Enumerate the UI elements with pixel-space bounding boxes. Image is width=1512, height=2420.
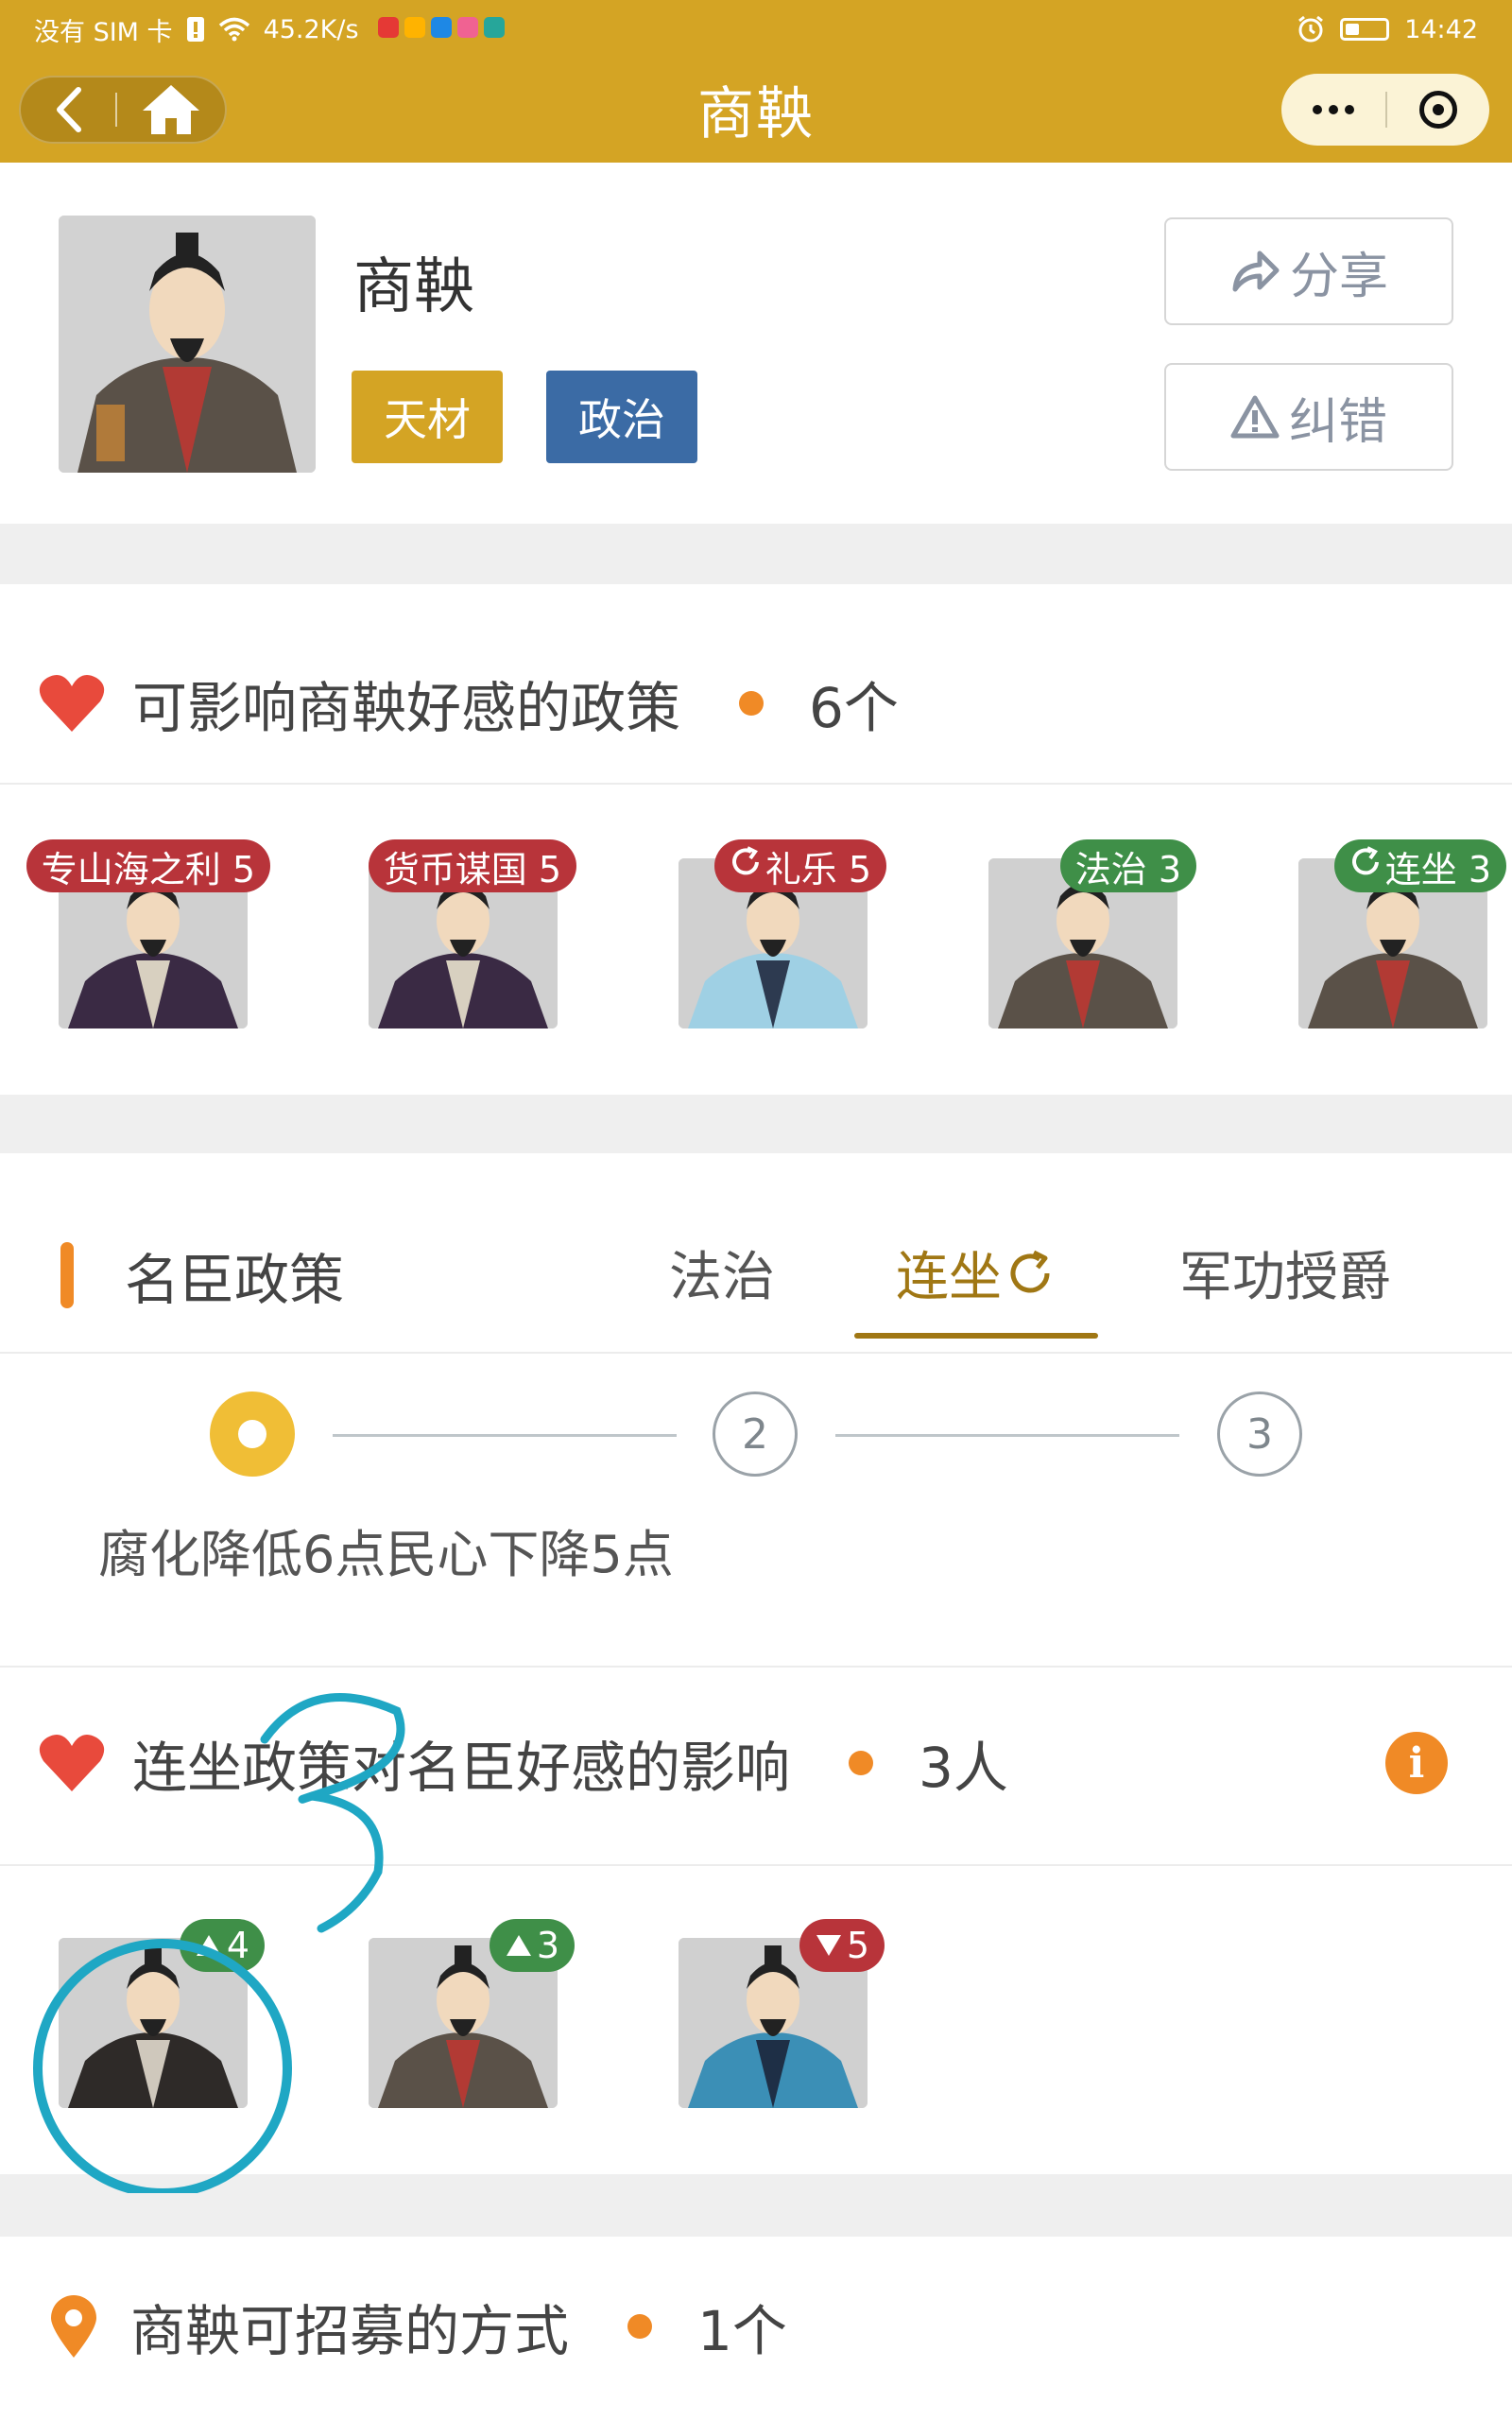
policy-item[interactable]: 专山海之利 5 xyxy=(26,839,270,1038)
recruit-card: 商鞅可招募的方式 1个 xyxy=(0,2237,1512,2420)
share-label: 分享 xyxy=(1289,248,1388,305)
share-button[interactable]: 分享 xyxy=(1164,217,1453,325)
policy-item[interactable]: 法治 3 xyxy=(988,839,1196,1038)
recruit-header: 商鞅可招募的方式 1个 xyxy=(0,2274,1512,2378)
tab-lianzuo-label: 连坐 xyxy=(896,1247,1002,1308)
divider xyxy=(0,783,1512,785)
step-connector xyxy=(835,1434,1179,1437)
step-description: 腐化降低6点民心下降5点 xyxy=(98,1525,674,1584)
step-2[interactable]: 2 xyxy=(713,1392,798,1477)
wifi-icon xyxy=(218,17,249,42)
policy-item[interactable]: 礼乐 5 xyxy=(679,839,886,1038)
policy-badge-label: 专山海之利 5 xyxy=(41,848,255,890)
policy-badge-label: 连坐 3 xyxy=(1384,848,1491,890)
close-mini-program-button[interactable] xyxy=(1387,74,1489,146)
app-notification-icon xyxy=(377,16,399,38)
tag-politics: 政治 xyxy=(546,371,697,463)
favor-change-value: 5 xyxy=(846,1925,869,1966)
policy-badge-label: 礼乐 5 xyxy=(765,848,871,890)
triangle-down-icon xyxy=(815,1925,843,1966)
recruit-title: 商鞅可招募的方式 xyxy=(130,2299,570,2363)
notification-icons xyxy=(372,15,505,44)
tab-lianzuo[interactable]: 连坐 xyxy=(896,1235,1055,1311)
active-tab-indicator xyxy=(854,1333,1098,1339)
affecting-policies-card: 可影响商鞅好感的政策 6个 专山海之利 5 货币谋国 5 礼乐 5 法治 3 连坐 3 xyxy=(0,584,1512,1095)
status-bar-left: 没有 SIM 卡 45.2K/s xyxy=(34,9,505,49)
tab-jungong[interactable]: 军功授爵 xyxy=(1179,1235,1391,1311)
app-notification-icon xyxy=(404,16,425,38)
policy-badge: 连坐 3 xyxy=(1333,839,1506,892)
minister-influence-item[interactable]: 5 xyxy=(679,1919,885,2118)
app-notification-icon xyxy=(430,16,452,38)
app-notification-icon xyxy=(456,16,478,38)
policy-item[interactable]: 连坐 3 xyxy=(1298,839,1506,1038)
refresh-icon xyxy=(1010,1250,1050,1292)
top-bar: 没有 SIM 卡 45.2K/s 14:42 商鞅 xyxy=(0,0,1512,163)
carrier-text: 没有 SIM 卡 xyxy=(34,17,173,47)
favor-change-badge: 3 xyxy=(489,1919,575,1972)
nav-capsule-right xyxy=(1281,74,1489,146)
bullet-dot xyxy=(627,2314,653,2339)
network-speed: 45.2K/s xyxy=(263,14,359,44)
info-icon[interactable]: i xyxy=(1385,1732,1448,1794)
heart-icon xyxy=(39,675,105,732)
policy-badge-label: 货币谋国 5 xyxy=(383,848,561,890)
profile-name: 商鞅 xyxy=(353,252,474,322)
policies-title: 可影响商鞅好感的政策 xyxy=(132,676,681,740)
clock-text: 14:42 xyxy=(1404,14,1478,44)
app-notification-icon xyxy=(483,16,505,38)
favor-change-value: 3 xyxy=(536,1925,559,1966)
minister-policy-card: 名臣政策 法治 连坐 军功授爵 2 3 腐化降低6点民心下降5点 连坐政策对名臣… xyxy=(0,1153,1512,2193)
policy-item[interactable]: 货币谋国 5 xyxy=(368,839,576,1038)
target-icon xyxy=(1419,91,1457,129)
battery-icon xyxy=(1340,18,1390,41)
section-marker xyxy=(60,1242,74,1308)
bullet-dot xyxy=(849,1751,874,1775)
refresh-icon xyxy=(1349,845,1382,887)
policies-header: 可影响商鞅好感的政策 6个 xyxy=(0,656,1512,751)
refresh-icon xyxy=(730,845,762,887)
policy-badge: 货币谋国 5 xyxy=(368,839,576,892)
profile-card: 商鞅 天材 政治 分享 纠错 xyxy=(0,163,1512,524)
step-1[interactable] xyxy=(210,1392,295,1477)
minister-policy-title: 名臣政策 xyxy=(125,1248,345,1312)
bullet-dot xyxy=(739,691,765,716)
more-button[interactable] xyxy=(1281,74,1385,146)
sim-alert-icon xyxy=(186,17,204,42)
favor-change-badge: 5 xyxy=(799,1919,885,1972)
recruit-count: 1个 xyxy=(697,2299,787,2363)
tag-talent: 天材 xyxy=(352,371,503,463)
alarm-icon xyxy=(1298,15,1324,43)
triangle-up-icon xyxy=(505,1925,533,1966)
step-connector xyxy=(333,1434,677,1437)
step-3[interactable]: 3 xyxy=(1217,1392,1302,1477)
divider xyxy=(0,1352,1512,1354)
report-error-button[interactable]: 纠错 xyxy=(1164,363,1453,471)
policy-badge: 礼乐 5 xyxy=(713,839,886,892)
policy-badge: 法治 3 xyxy=(1059,839,1196,892)
tab-fazhi[interactable]: 法治 xyxy=(669,1235,775,1311)
report-label: 纠错 xyxy=(1288,393,1387,451)
influence-count: 3人 xyxy=(919,1736,1008,1800)
location-pin-icon xyxy=(51,2295,96,2358)
warning-icon xyxy=(1230,395,1280,439)
avatar xyxy=(59,216,316,473)
status-bar-right: 14:42 xyxy=(1297,9,1478,49)
hand-drawn-annotation xyxy=(33,1692,405,2193)
policy-badge-label: 法治 3 xyxy=(1074,848,1181,890)
share-icon xyxy=(1232,251,1280,292)
policy-badge: 专山海之利 5 xyxy=(26,839,270,892)
policies-count: 6个 xyxy=(809,676,899,740)
